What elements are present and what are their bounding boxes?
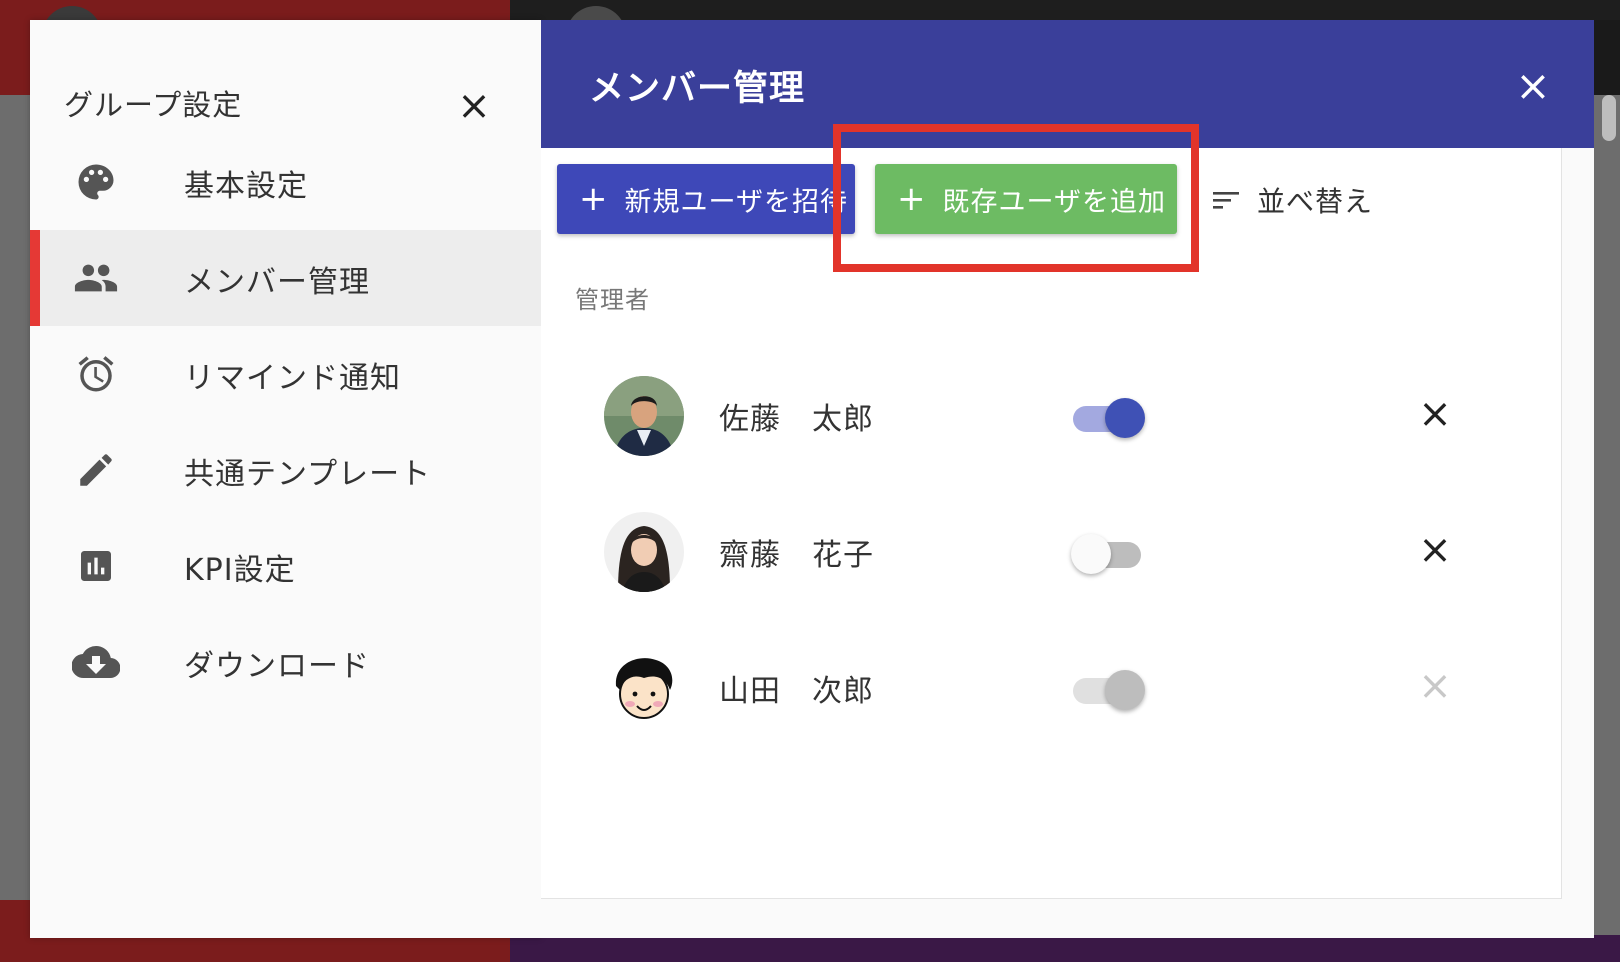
invite-new-user-label: 新規ユーザを招待 [624, 186, 848, 218]
people-icon [72, 256, 120, 300]
background-purple-footer [510, 935, 1620, 962]
avatar [604, 376, 684, 456]
admin-toggle-disabled [1071, 668, 1145, 710]
menu-item-common-templates[interactable]: 共通テンプレート [30, 422, 541, 518]
remove-member-button-disabled: × [1418, 663, 1452, 709]
group-settings-title: グループ設定 [64, 88, 243, 122]
background-dark-header [510, 0, 1620, 20]
member-name: 山田 次郎 [719, 674, 874, 709]
avatar [604, 648, 684, 728]
admin-toggle[interactable] [1071, 532, 1145, 574]
menu-item-reminder[interactable]: リマインド通知 [30, 326, 541, 422]
menu-item-label: KPI設定 [184, 553, 296, 588]
menu-item-member-management[interactable]: メンバー管理 [30, 230, 541, 326]
sort-icon [1211, 189, 1241, 211]
toggle-thumb [1105, 398, 1145, 438]
remove-member-button[interactable]: × [1411, 526, 1459, 574]
menu-item-basic-settings[interactable]: 基本設定 [30, 134, 541, 230]
section-label-admins: 管理者 [575, 286, 650, 314]
background-scrollbar[interactable] [1602, 95, 1616, 141]
member-management-title: メンバー管理 [589, 69, 806, 109]
toggle-thumb [1105, 670, 1145, 710]
invite-new-user-button[interactable]: + 新規ユーザを招待 [557, 164, 855, 234]
sort-button[interactable]: 並べ替え [1211, 180, 1373, 220]
member-name: 佐藤 太郎 [719, 402, 874, 437]
highlight-annotation-box [833, 124, 1199, 272]
member-management-close-button[interactable]: × [1509, 62, 1557, 110]
group-settings-close-button[interactable]: × [450, 82, 498, 130]
menu-item-label: 共通テンプレート [184, 457, 432, 492]
menu-item-label: リマインド通知 [184, 361, 401, 396]
menu-item-kpi-settings[interactable]: KPI設定 [30, 518, 541, 614]
member-row: 佐藤 太郎 × [541, 366, 1561, 466]
menu-item-label: 基本設定 [184, 169, 308, 204]
palette-icon [72, 160, 120, 204]
cloud-download-icon [72, 640, 120, 684]
plus-icon: + [579, 179, 609, 219]
member-name: 齋藤 花子 [719, 538, 874, 573]
admin-toggle[interactable] [1071, 396, 1145, 438]
bar-chart-icon [72, 544, 120, 588]
menu-item-download[interactable]: ダウンロード [30, 614, 541, 710]
member-row: 齋藤 花子 × [541, 502, 1561, 602]
menu-item-label: ダウンロード [184, 649, 370, 684]
menu-item-label: メンバー管理 [184, 265, 370, 300]
remove-member-button[interactable]: × [1411, 390, 1459, 438]
toggle-thumb [1071, 534, 1111, 574]
sort-label: 並べ替え [1257, 185, 1374, 218]
member-row: 山田 次郎 × [541, 638, 1561, 738]
alarm-icon [72, 352, 120, 396]
avatar [604, 512, 684, 592]
pencil-icon [72, 448, 120, 492]
group-settings-panel: グループ設定 × 基本設定 メンバー管理 リマインド通知 共通テンプレート KP… [30, 20, 541, 938]
